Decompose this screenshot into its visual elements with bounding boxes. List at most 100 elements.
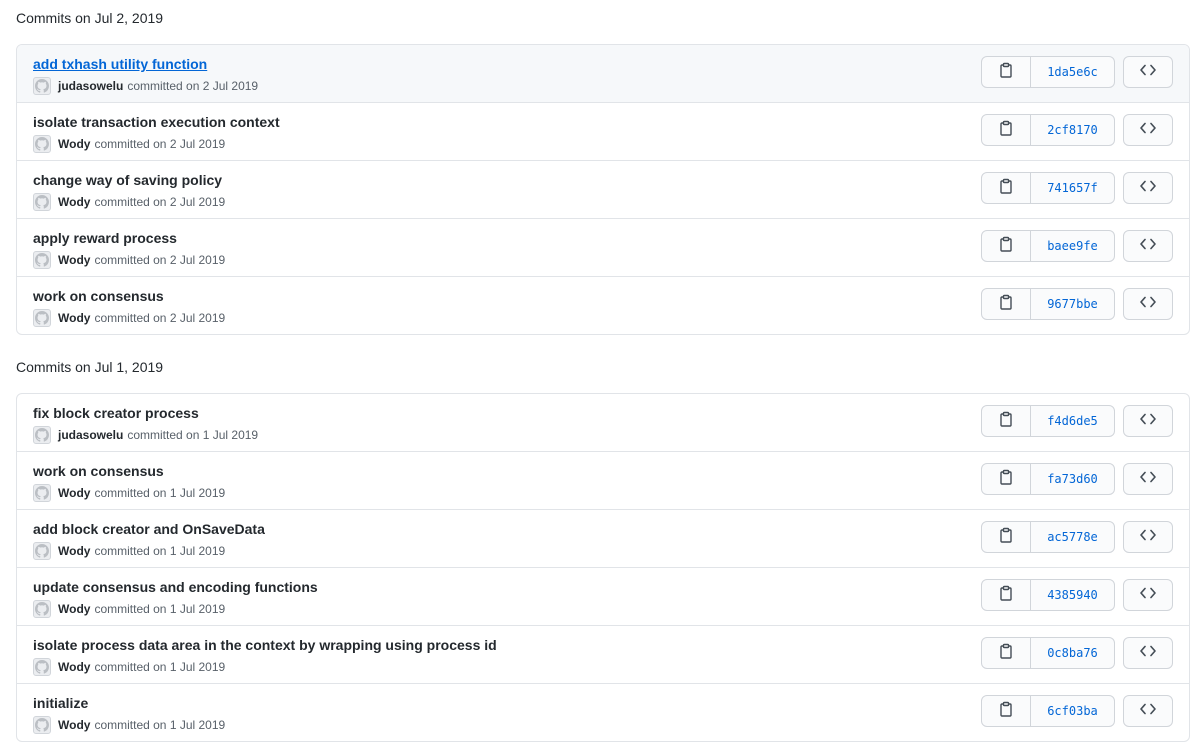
commit-message-link[interactable]: change way of saving policy [33,171,222,189]
commit-meta: Wody committed on 1 Jul 2019 [33,484,225,502]
copy-sha-button[interactable] [982,464,1031,494]
sha-button-group: 1da5e6c [981,56,1115,88]
commit-author-link[interactable]: Wody [58,602,90,616]
commit-date-text: committed on 1 Jul 2019 [94,602,226,616]
commit-author-link[interactable]: Wody [58,137,90,151]
avatar-placeholder-icon[interactable] [33,484,51,502]
commit-author-link[interactable]: Wody [58,253,90,267]
browse-files-button[interactable] [1123,521,1173,553]
commit-sha-link[interactable]: 4385940 [1031,580,1114,610]
commit-message-link[interactable]: work on consensus [33,462,164,480]
commit-message-link[interactable]: update consensus and encoding functions [33,578,318,596]
clippy-icon [999,584,1013,606]
sha-button-group: 2cf8170 [981,114,1115,146]
clippy-icon [999,526,1013,548]
avatar-placeholder-icon[interactable] [33,426,51,444]
browse-files-button[interactable] [1123,579,1173,611]
clippy-icon [999,61,1013,83]
browse-files-button[interactable] [1123,637,1173,669]
commit-author-link[interactable]: Wody [58,718,90,732]
code-icon [1140,702,1156,720]
copy-sha-button[interactable] [982,580,1031,610]
commit-message-link[interactable]: isolate transaction execution context [33,113,280,131]
commit-author-link[interactable]: judasowelu [58,79,123,93]
commit-message-link[interactable]: add block creator and OnSaveData [33,520,265,538]
commit-sha-link[interactable]: f4d6de5 [1031,406,1114,436]
avatar-placeholder-icon[interactable] [33,77,51,95]
commit-actions: 9677bbe [981,288,1173,320]
commit-list: fix block creator process judasowelu com… [16,393,1190,742]
browse-files-button[interactable] [1123,695,1173,727]
code-icon [1140,528,1156,546]
copy-sha-button[interactable] [982,289,1031,319]
commit-author-link[interactable]: Wody [58,311,90,325]
copy-sha-button[interactable] [982,638,1031,668]
commit-author-link[interactable]: Wody [58,660,90,674]
commit-sha-link[interactable]: ac5778e [1031,522,1114,552]
commit-group-title: Commits on Jul 1, 2019 [16,359,164,375]
commit-meta: Wody committed on 2 Jul 2019 [33,135,225,153]
commit-message-link[interactable]: isolate process data area in the context… [33,636,497,654]
clippy-icon [999,177,1013,199]
commit-message-link[interactable]: apply reward process [33,229,177,247]
browse-files-button[interactable] [1123,405,1173,437]
copy-sha-button[interactable] [982,406,1031,436]
commit-sha-link[interactable]: 2cf8170 [1031,115,1114,145]
commit-author-link[interactable]: judasowelu [58,428,123,442]
commit-sha-link[interactable]: fa73d60 [1031,464,1114,494]
clippy-icon [999,468,1013,490]
browse-files-button[interactable] [1123,463,1173,495]
commit-date-text: committed on 1 Jul 2019 [94,486,226,500]
browse-files-button[interactable] [1123,288,1173,320]
commit-sha-link[interactable]: 0c8ba76 [1031,638,1114,668]
commit-meta: Wody committed on 1 Jul 2019 [33,658,225,676]
browse-files-button[interactable] [1123,230,1173,262]
commit-row: change way of saving policy Wody committ… [17,160,1189,218]
avatar-placeholder-icon[interactable] [33,193,51,211]
avatar-placeholder-icon[interactable] [33,135,51,153]
copy-sha-button[interactable] [982,522,1031,552]
copy-sha-button[interactable] [982,57,1031,87]
avatar-placeholder-icon[interactable] [33,251,51,269]
avatar-placeholder-icon[interactable] [33,542,51,560]
sha-button-group: baee9fe [981,230,1115,262]
commit-meta: Wody committed on 2 Jul 2019 [33,251,225,269]
commit-meta: Wody committed on 1 Jul 2019 [33,542,225,560]
commit-sha-link[interactable]: 6cf03ba [1031,696,1114,726]
commit-author-link[interactable]: Wody [58,195,90,209]
commit-meta: Wody committed on 1 Jul 2019 [33,716,225,734]
commit-message-link[interactable]: initialize [33,694,88,712]
commit-row: isolate process data area in the context… [17,625,1189,683]
browse-files-button[interactable] [1123,56,1173,88]
avatar-placeholder-icon[interactable] [33,600,51,618]
copy-sha-button[interactable] [982,696,1031,726]
code-icon [1140,63,1156,81]
avatar-placeholder-icon[interactable] [33,716,51,734]
avatar-placeholder-icon[interactable] [33,309,51,327]
commit-actions: 1da5e6c [981,56,1173,88]
browse-files-button[interactable] [1123,172,1173,204]
sha-button-group: 9677bbe [981,288,1115,320]
commit-message-link[interactable]: fix block creator process [33,404,199,422]
commit-row: isolate transaction execution context Wo… [17,102,1189,160]
commit-date-text: committed on 1 Jul 2019 [127,428,259,442]
code-icon [1140,237,1156,255]
commits-page: Commits on Jul 2, 2019 add txhash utilit… [0,0,1196,749]
commit-row: fix block creator process judasowelu com… [17,394,1189,451]
copy-sha-button[interactable] [982,231,1031,261]
commit-sha-link[interactable]: 9677bbe [1031,289,1114,319]
commit-message-link[interactable]: add txhash utility function [33,55,207,73]
sha-button-group: 4385940 [981,579,1115,611]
copy-sha-button[interactable] [982,173,1031,203]
commit-author-link[interactable]: Wody [58,486,90,500]
commit-date-text: committed on 2 Jul 2019 [94,253,226,267]
avatar-placeholder-icon[interactable] [33,658,51,676]
commit-sha-link[interactable]: 741657f [1031,173,1114,203]
browse-files-button[interactable] [1123,114,1173,146]
commit-sha-link[interactable]: 1da5e6c [1031,57,1114,87]
commit-author-link[interactable]: Wody [58,544,90,558]
commit-message-link[interactable]: work on consensus [33,287,164,305]
copy-sha-button[interactable] [982,115,1031,145]
commit-sha-link[interactable]: baee9fe [1031,231,1114,261]
commit-meta: Wody committed on 2 Jul 2019 [33,309,225,327]
